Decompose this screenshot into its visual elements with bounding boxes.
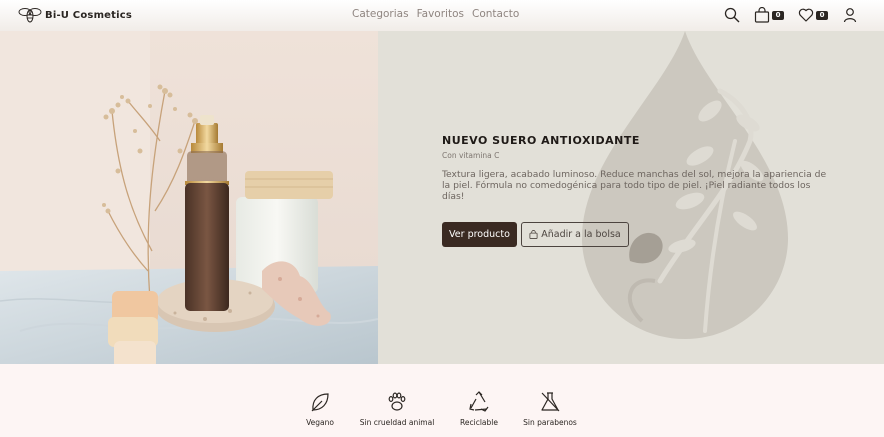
feature-label: Sin parabenos <box>523 418 577 427</box>
shopping-bag-icon <box>754 7 770 23</box>
account-button[interactable] <box>842 6 858 24</box>
cart-button[interactable]: 0 <box>754 6 784 24</box>
favorites-button[interactable]: 0 <box>798 6 828 24</box>
view-product-button[interactable]: Ver producto <box>442 222 517 247</box>
main-nav: Categorias Favoritos Contacto <box>352 8 519 20</box>
user-icon <box>843 8 857 23</box>
feature-label: Sin crueldad animal <box>359 418 435 427</box>
brand-logo[interactable]: Bi-U Cosmetics <box>18 6 132 24</box>
add-to-bag-label: Añadir a la bolsa <box>541 229 621 240</box>
hero-subtitle: Con vitamina C <box>442 151 500 160</box>
recycle-icon <box>469 391 489 412</box>
cart-count-badge: 0 <box>772 10 784 20</box>
add-to-bag-button[interactable]: Añadir a la bolsa <box>521 222 629 247</box>
features-strip: Vegano Sin crueldad animal Reciclable Si… <box>0 364 884 437</box>
feature-label: Vegano <box>306 418 334 427</box>
nav-item-contacto[interactable]: Contacto <box>472 8 519 20</box>
hero-banner: NUEVO SUERO ANTIOXIDANTE Con vitamina C … <box>0 31 884 364</box>
header-actions: 0 0 <box>724 6 858 24</box>
no-flask-icon <box>541 392 560 412</box>
hero-title: NUEVO SUERO ANTIOXIDANTE <box>442 134 640 147</box>
nav-item-favoritos[interactable]: Favoritos <box>417 8 464 20</box>
feature-label: Reciclable <box>460 418 498 427</box>
hero-actions: Ver producto Añadir a la bolsa <box>442 222 832 247</box>
product-photo <box>0 31 378 364</box>
brand-name: Bi-U Cosmetics <box>45 9 133 21</box>
bag-icon <box>529 230 538 239</box>
heart-icon <box>798 8 814 22</box>
feature-sin-parabenos: Sin parabenos <box>505 390 595 427</box>
hero-description: Textura ligera, acabado luminoso. Reduce… <box>442 169 827 202</box>
search-icon <box>724 7 740 23</box>
favorites-count-badge: 0 <box>816 10 828 20</box>
search-button[interactable] <box>724 6 740 24</box>
leaf-icon <box>311 393 329 412</box>
paw-icon <box>388 392 406 411</box>
hero-content: NUEVO SUERO ANTIOXIDANTE Con vitamina C … <box>442 134 832 247</box>
nav-item-categorias[interactable]: Categorias <box>352 8 409 20</box>
bee-icon <box>18 8 42 23</box>
site-header: Bi-U Cosmetics Categorias Favoritos Cont… <box>0 0 884 31</box>
feature-sin-crueldad: Sin crueldad animal <box>352 390 442 427</box>
